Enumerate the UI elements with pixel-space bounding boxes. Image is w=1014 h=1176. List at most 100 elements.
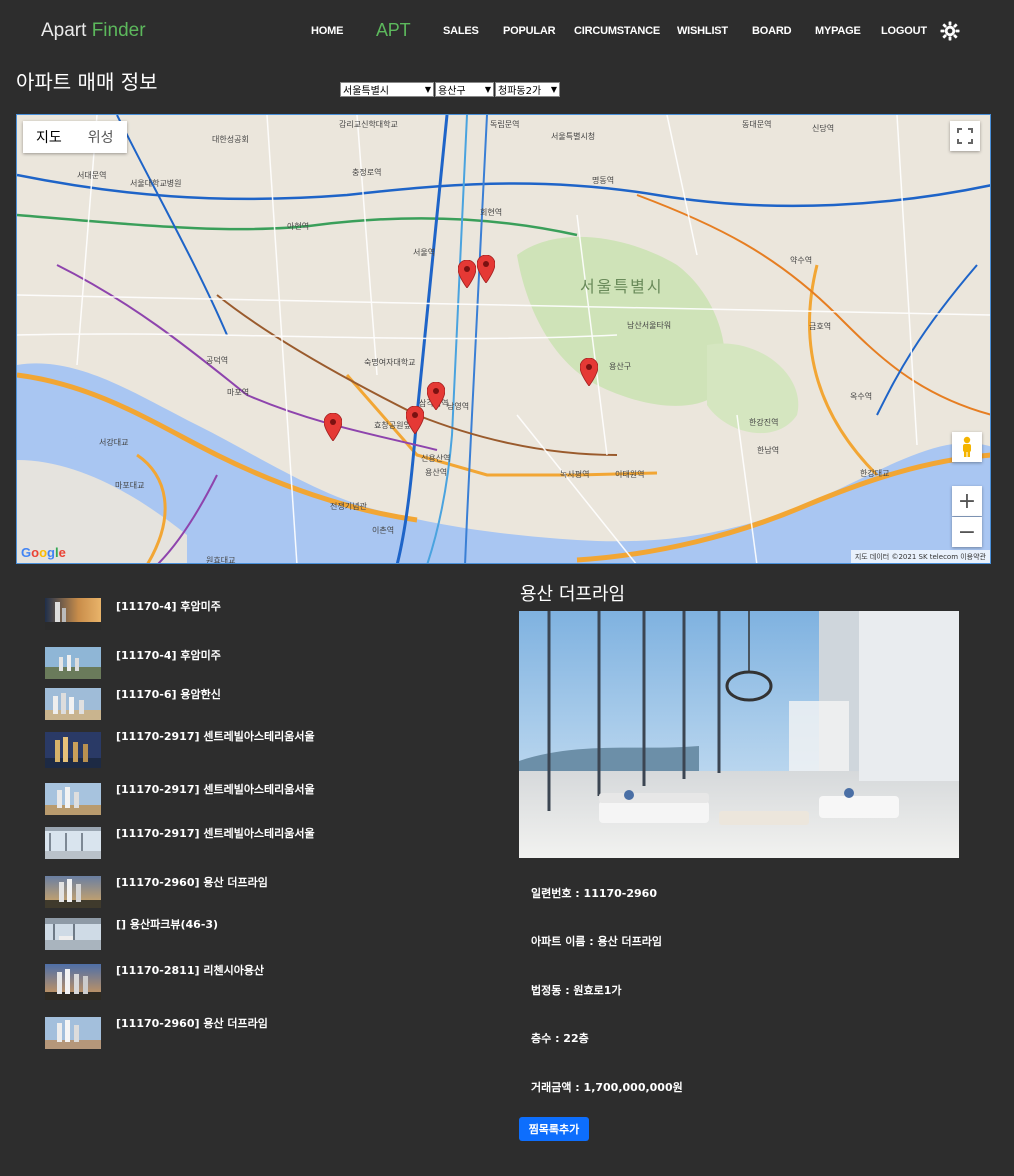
list-item[interactable]: [11170-4] 후암미주 bbox=[45, 596, 485, 632]
map-type-control: 지도 위성 bbox=[23, 121, 127, 153]
map-label: 용산구 bbox=[609, 362, 632, 371]
fullscreen-icon bbox=[957, 128, 973, 144]
apartment-thumbnail bbox=[45, 918, 101, 950]
map-label: 한강대교 bbox=[860, 469, 890, 478]
list-item[interactable]: [11170-6] 용암한신 bbox=[45, 688, 485, 724]
nav-board[interactable]: BOARD bbox=[752, 25, 792, 37]
map-label: 서대문역 bbox=[77, 171, 107, 180]
map-marker-icon[interactable] bbox=[580, 358, 598, 386]
map-label: 아현역 bbox=[287, 222, 310, 231]
list-item-label: [11170-4] 후암미주 bbox=[116, 649, 221, 662]
map-label: 서울역 bbox=[413, 248, 436, 257]
map-label: 신당역 bbox=[812, 124, 835, 133]
nav-mypage[interactable]: MYPAGE bbox=[815, 25, 861, 37]
list-item[interactable]: [11170-2917] 센트레빌아스테리움서울 bbox=[45, 730, 485, 768]
apartment-thumbnail bbox=[45, 964, 101, 1000]
list-item-label: [11170-2917] 센트레빌아스테리움서울 bbox=[116, 827, 315, 840]
add-to-wishlist-button[interactable]: 찜목록추가 bbox=[519, 1117, 589, 1141]
apartment-thumbnail bbox=[45, 1017, 101, 1049]
nav-sales[interactable]: SALES bbox=[443, 25, 479, 37]
apartment-thumbnail bbox=[45, 783, 101, 815]
map-label: 녹사평역 bbox=[560, 470, 590, 479]
map-label: 숙명여자대학교 bbox=[364, 358, 416, 367]
list-item[interactable]: [] 용산파크뷰(46-3) bbox=[45, 918, 485, 954]
apartment-thumbnail bbox=[45, 598, 101, 630]
apartment-thumbnail bbox=[45, 688, 101, 720]
map-label: 이태원역 bbox=[615, 470, 645, 479]
map-marker-icon[interactable] bbox=[427, 382, 445, 410]
map-label: 남영역 bbox=[447, 402, 470, 411]
apartment-interior-image bbox=[519, 611, 959, 858]
nav-popular[interactable]: POPULAR bbox=[503, 25, 556, 37]
list-item[interactable]: [11170-4] 후암미주 bbox=[45, 645, 485, 681]
detail-name: 아파트 이름 : 용산 더프라임 bbox=[531, 935, 663, 948]
map-marker-icon[interactable] bbox=[406, 406, 424, 434]
nav-logout[interactable]: LOGOUT bbox=[881, 25, 927, 37]
map-marker-icon[interactable] bbox=[324, 413, 342, 441]
pegman-icon bbox=[963, 436, 971, 457]
map-label: 옥수역 bbox=[850, 392, 873, 401]
apartment-thumbnail bbox=[45, 827, 101, 859]
map-type-satellite-button[interactable]: 위성 bbox=[75, 121, 127, 153]
nav-wishlist[interactable]: WISHLIST bbox=[677, 25, 728, 37]
map-label: 전쟁기념관 bbox=[330, 502, 367, 511]
map-marker-icon[interactable] bbox=[477, 255, 495, 283]
brand-logo[interactable]: Apart Finder bbox=[41, 20, 146, 42]
list-item-label: [] 용산파크뷰(46-3) bbox=[116, 918, 219, 931]
map-label: 서울특별시청 bbox=[551, 132, 596, 141]
map-label: 공덕역 bbox=[206, 356, 229, 365]
zoom-in-button[interactable]: + bbox=[952, 486, 982, 516]
city-select-value: 서울특별시 bbox=[343, 86, 389, 97]
nav-circumstance[interactable]: CIRCUMSTANCE bbox=[574, 25, 660, 37]
list-item[interactable]: [11170-2917] 센트레빌아스테리움서울 bbox=[45, 827, 485, 863]
map-label: 약수역 bbox=[790, 256, 813, 265]
map-label: 원효대교 bbox=[206, 556, 236, 564]
district-select[interactable]: 용산구 ▼ bbox=[435, 82, 494, 97]
map-label: 한남역 bbox=[757, 446, 780, 455]
list-item-label: [11170-2811] 리첸시아용산 bbox=[116, 964, 265, 977]
map-marker-icon[interactable] bbox=[458, 260, 476, 288]
map-label: 독립문역 bbox=[490, 120, 520, 129]
zoom-out-button[interactable]: − bbox=[952, 517, 982, 547]
top-navbar: Apart Finder HOME APT SALES POPULAR CIRC… bbox=[0, 0, 1014, 62]
list-item[interactable]: [11170-2917] 센트레빌아스테리움서울 bbox=[45, 783, 485, 819]
list-item[interactable]: [11170-2960] 용산 더프라임 bbox=[45, 1017, 485, 1053]
map-label: 금호역 bbox=[809, 322, 832, 331]
brand-accent-text: Finder bbox=[91, 20, 146, 41]
district-select-value: 용산구 bbox=[438, 86, 466, 97]
map-attribution[interactable]: 지도 데이터 ©2021 SK telecom 이용약관 bbox=[850, 550, 990, 563]
page-title: 아파트 매매 정보 bbox=[16, 70, 158, 94]
chevron-down-icon: ▼ bbox=[484, 85, 491, 94]
map-type-map-button[interactable]: 지도 bbox=[23, 121, 75, 153]
street-view-button[interactable] bbox=[952, 432, 982, 462]
map-label: 서강대교 bbox=[99, 438, 129, 447]
list-item[interactable]: [11170-2811] 리첸시아용산 bbox=[45, 964, 485, 1000]
detail-serial: 일련번호 : 11170-2960 bbox=[531, 887, 657, 900]
detail-title: 용산 더프라임 bbox=[520, 584, 626, 605]
dong-select[interactable]: 청파동2가 ▼ bbox=[495, 82, 560, 97]
map-label: 대한성공회 bbox=[212, 135, 249, 144]
list-item[interactable]: [11170-2960] 용산 더프라임 bbox=[45, 876, 485, 912]
map-label: 동대문역 bbox=[742, 120, 772, 129]
chevron-down-icon: ▼ bbox=[550, 85, 557, 94]
gear-icon[interactable] bbox=[940, 21, 960, 41]
list-item-label: [11170-2917] 센트레빌아스테리움서울 bbox=[116, 783, 315, 796]
map-label: 용산역 bbox=[425, 468, 448, 477]
map-label: 회현역 bbox=[480, 208, 503, 217]
dong-select-value: 청파동2가 bbox=[498, 86, 542, 97]
map-label: 감리교신학대학교 bbox=[339, 120, 398, 129]
map-label: 충정로역 bbox=[352, 168, 382, 177]
nav-apt[interactable]: APT bbox=[376, 20, 411, 41]
fullscreen-button[interactable] bbox=[950, 121, 980, 151]
list-item-label: [11170-6] 용암한신 bbox=[116, 688, 221, 701]
map-label: 한강진역 bbox=[749, 418, 779, 427]
map-label: 마포역 bbox=[227, 388, 250, 397]
list-item-label: [11170-2960] 용산 더프라임 bbox=[116, 876, 268, 889]
detail-floor: 층수 : 22층 bbox=[531, 1032, 589, 1045]
detail-price: 거래금액 : 1,700,000,000원 bbox=[531, 1081, 683, 1094]
apartment-thumbnail bbox=[45, 876, 101, 908]
city-select[interactable]: 서울특별시 ▼ bbox=[340, 82, 434, 97]
nav-home[interactable]: HOME bbox=[311, 25, 343, 37]
map-label: 신용산역 bbox=[421, 454, 451, 463]
map-view[interactable]: 서울특별시 감리교신학대학교 독립문역 서대문역 충정로역 아현역 공덕역 마포… bbox=[16, 114, 991, 564]
